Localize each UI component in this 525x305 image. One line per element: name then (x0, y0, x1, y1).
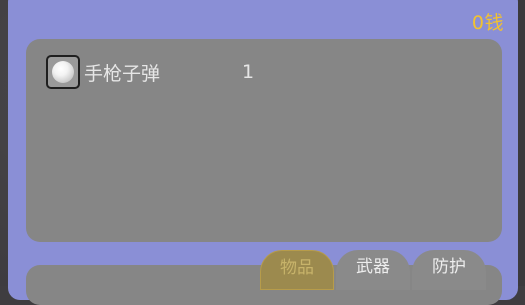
item-name: 手枪子弹 (84, 62, 161, 85)
tab-items[interactable]: 物品 (260, 250, 334, 290)
money-label: 0钱 (471, 12, 504, 34)
inventory-window: 0钱 手枪子弹 1 物品 武器 防护 (8, 0, 518, 305)
tab-armor[interactable]: 防护 (412, 250, 486, 290)
bullet-icon (46, 55, 80, 89)
item-count: 1 (242, 61, 255, 83)
inventory-item[interactable]: 手枪子弹 (46, 55, 160, 89)
tab-weapons[interactable]: 武器 (336, 250, 410, 290)
inventory-panel: 手枪子弹 1 (26, 39, 502, 242)
